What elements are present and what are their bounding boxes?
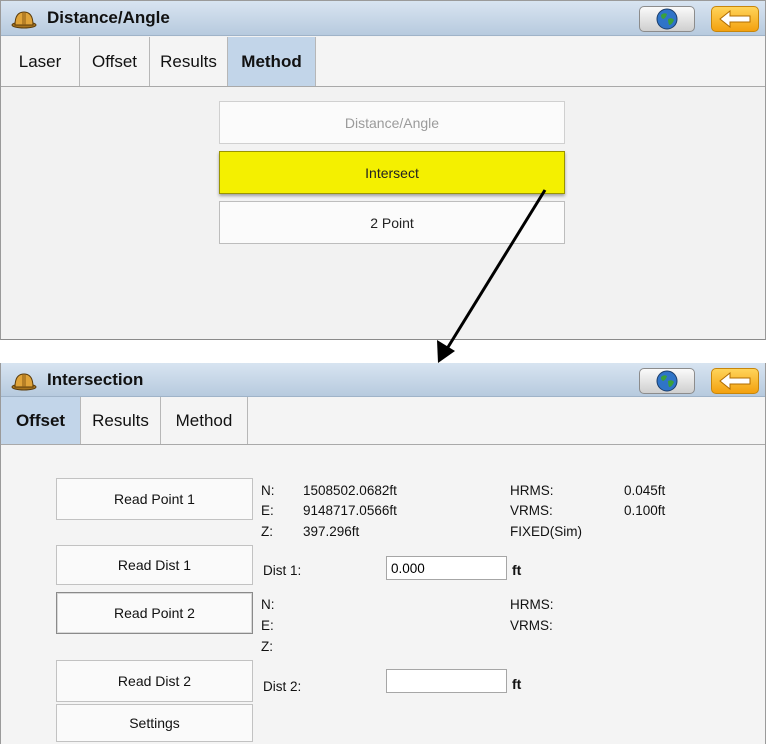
point1-z-label: Z: bbox=[261, 524, 273, 539]
tab-laser[interactable]: Laser bbox=[1, 37, 80, 86]
point2-vrms-label: VRMS: bbox=[510, 618, 553, 633]
point2-hrms-label: HRMS: bbox=[510, 597, 554, 612]
back-button[interactable] bbox=[711, 368, 759, 394]
globe-button[interactable] bbox=[639, 368, 695, 394]
read-point-2-button[interactable]: Read Point 2 bbox=[56, 592, 253, 634]
point1-hrms-value: 0.045ft bbox=[624, 483, 666, 498]
point1-e-value: 9148717.0566ft bbox=[303, 503, 397, 518]
window-title: Distance/Angle bbox=[47, 8, 170, 27]
read-dist-1-button[interactable]: Read Dist 1 bbox=[56, 545, 253, 585]
point2-e-label: E: bbox=[261, 618, 274, 633]
point1-n-value: 1508502.0682ft bbox=[303, 483, 397, 498]
back-arrow-icon bbox=[719, 372, 751, 390]
point2-n-label: N: bbox=[261, 597, 275, 612]
method-intersect-button[interactable]: Intersect bbox=[219, 151, 565, 194]
globe-icon bbox=[656, 370, 678, 392]
tab-offset[interactable]: Offset bbox=[80, 37, 150, 86]
title-bar: Intersection bbox=[1, 363, 765, 397]
back-button[interactable] bbox=[711, 6, 759, 32]
method-2-point-button[interactable]: 2 Point bbox=[219, 201, 565, 244]
distance-angle-screen: Distance/Angle Laser Offset Results Meth… bbox=[0, 0, 766, 340]
dist1-label: Dist 1: bbox=[263, 563, 302, 578]
read-point-1-button[interactable]: Read Point 1 bbox=[56, 478, 253, 520]
back-arrow-icon bbox=[719, 10, 751, 28]
point1-hrms-label: HRMS: bbox=[510, 483, 554, 498]
intersection-screen: Intersection Offset Results Method Read … bbox=[0, 363, 766, 744]
tab-offset[interactable]: Offset bbox=[1, 397, 81, 444]
dist1-input[interactable] bbox=[386, 556, 507, 580]
globe-icon bbox=[656, 8, 678, 30]
window-title: Intersection bbox=[47, 370, 144, 389]
point1-n-label: N: bbox=[261, 483, 275, 498]
read-dist-2-button[interactable]: Read Dist 2 bbox=[56, 660, 253, 702]
point1-z-value: 397.296ft bbox=[303, 524, 360, 539]
settings-button[interactable]: Settings bbox=[56, 704, 253, 742]
hard-hat-icon bbox=[11, 373, 37, 391]
dist2-unit: ft bbox=[512, 676, 522, 692]
dist2-input[interactable] bbox=[386, 669, 507, 693]
tab-method[interactable]: Method bbox=[161, 397, 248, 444]
tab-bar: Offset Results Method bbox=[1, 397, 765, 445]
tab-method[interactable]: Method bbox=[228, 37, 316, 86]
title-bar: Distance/Angle bbox=[1, 1, 765, 36]
tab-results[interactable]: Results bbox=[81, 397, 161, 444]
point1-vrms-value: 0.100ft bbox=[624, 503, 666, 518]
point1-status: FIXED(Sim) bbox=[510, 524, 582, 539]
point2-z-label: Z: bbox=[261, 639, 273, 654]
dist2-label: Dist 2: bbox=[263, 679, 302, 694]
point1-e-label: E: bbox=[261, 503, 274, 518]
method-distance-angle-button[interactable]: Distance/Angle bbox=[219, 101, 565, 144]
dist1-unit: ft bbox=[512, 562, 522, 578]
hard-hat-icon bbox=[11, 11, 37, 29]
globe-button[interactable] bbox=[639, 6, 695, 32]
tab-results[interactable]: Results bbox=[150, 37, 228, 86]
tab-bar: Laser Offset Results Method bbox=[1, 37, 765, 87]
point1-vrms-label: VRMS: bbox=[510, 503, 553, 518]
